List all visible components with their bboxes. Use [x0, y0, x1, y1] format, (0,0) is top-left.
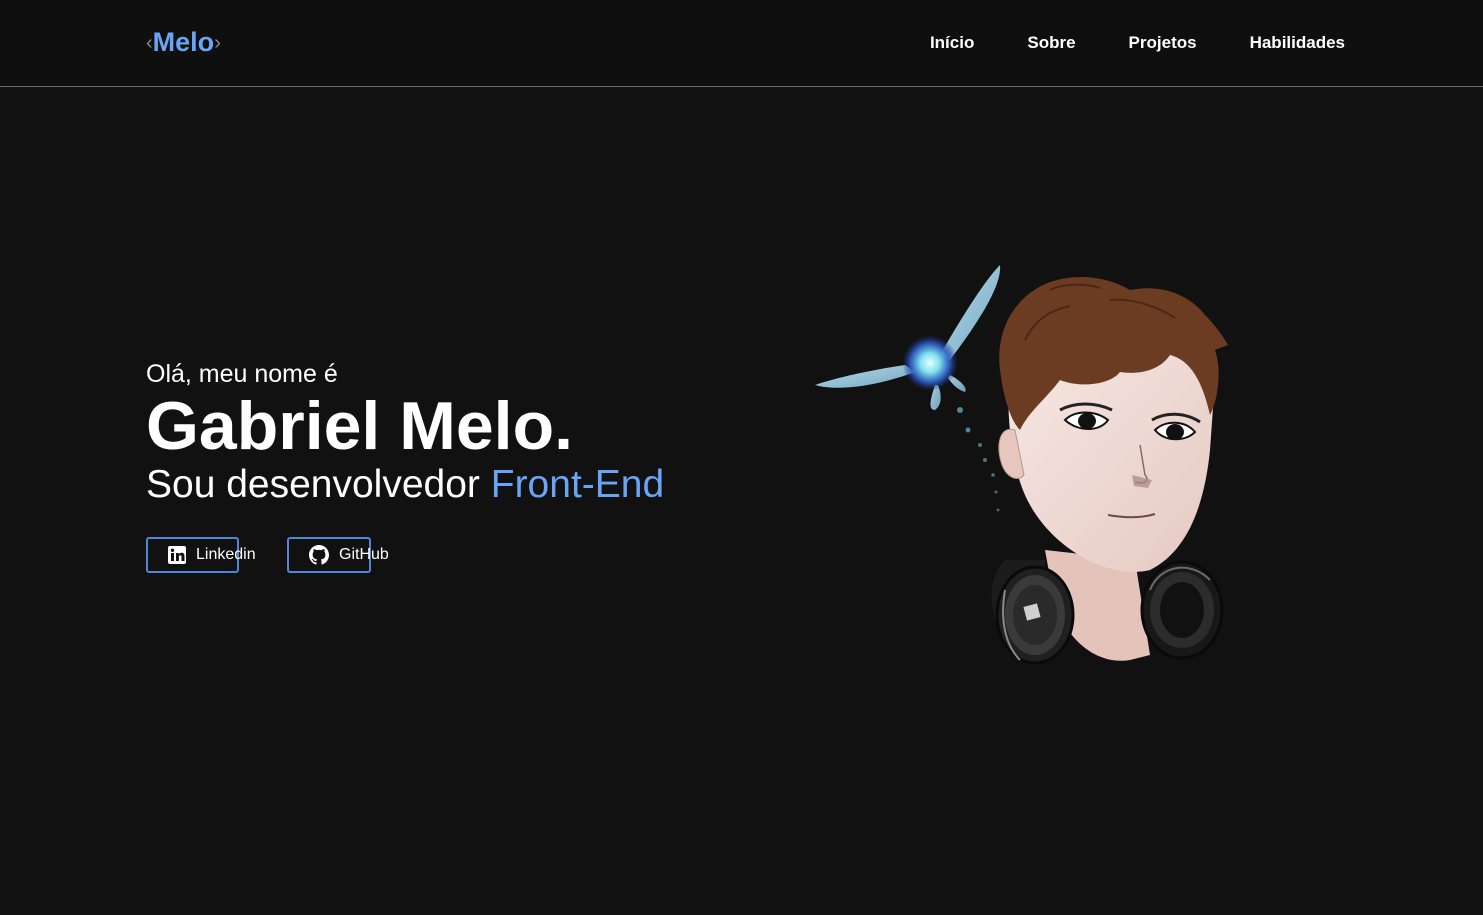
- linkedin-button[interactable]: Linkedin: [146, 537, 256, 573]
- logo-bracket-right: ›: [214, 32, 221, 54]
- social-buttons: Linkedin GitHub: [146, 537, 389, 573]
- site-logo[interactable]: ‹Melo›: [146, 27, 221, 58]
- nav-link-habilidades[interactable]: Habilidades: [1250, 33, 1345, 53]
- fairy-icon: [815, 265, 1001, 512]
- github-icon: [309, 545, 329, 565]
- nav-link-sobre[interactable]: Sobre: [1027, 33, 1075, 53]
- nav-link-projetos[interactable]: Projetos: [1129, 33, 1197, 53]
- hero-role-prefix: Sou desenvolvedor: [146, 463, 491, 506]
- avatar-illustration: [810, 260, 1240, 680]
- logo-text: Melo: [152, 27, 215, 57]
- hero-role: Sou desenvolvedor Front-End: [146, 462, 664, 508]
- linkedin-icon: [168, 546, 186, 564]
- top-navigation-bar: ‹Melo› Início Sobre Projetos Habilidades: [0, 0, 1483, 87]
- hero-name: Gabriel Melo.: [146, 388, 573, 464]
- hero-role-highlight: Front-End: [490, 463, 665, 506]
- main-nav: Início Sobre Projetos Habilidades: [930, 33, 1345, 53]
- hero-section: Olá, meu nome é Gabriel Melo. Sou desenv…: [146, 358, 664, 508]
- logo-bracket-left: ‹: [146, 32, 153, 54]
- github-button[interactable]: GitHub: [287, 537, 389, 573]
- nav-link-inicio[interactable]: Início: [930, 33, 974, 53]
- linkedin-button-label: Linkedin: [196, 546, 256, 563]
- github-button-label: GitHub: [339, 546, 389, 563]
